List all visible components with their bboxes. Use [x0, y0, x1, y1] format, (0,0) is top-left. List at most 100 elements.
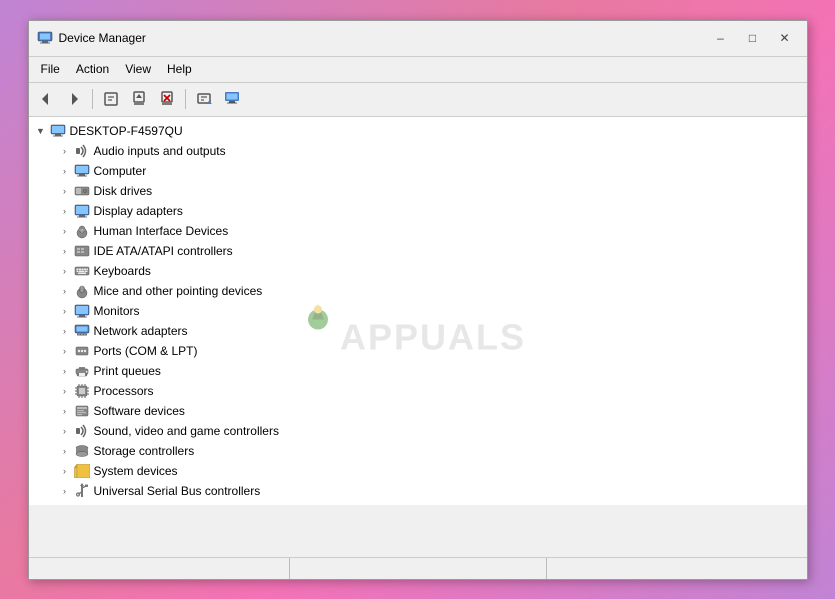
toolbar-separator-1 — [92, 89, 93, 109]
root-label: DESKTOP-F4597QU — [70, 124, 183, 138]
toolbar-separator-2 — [185, 89, 186, 109]
menu-bar: File Action View Help — [29, 57, 807, 83]
root-expand-icon[interactable]: ▼ — [33, 123, 49, 139]
mice-label: Mice and other pointing devices — [94, 284, 263, 298]
tree-item-audio[interactable]: › Audio inputs and outputs — [29, 141, 807, 161]
network-icon — [73, 322, 91, 340]
proc-expand-icon[interactable]: › — [57, 383, 73, 399]
system-icon — [73, 462, 91, 480]
sound-icon — [73, 422, 91, 440]
ports-expand-icon[interactable]: › — [57, 343, 73, 359]
disk-icon — [73, 182, 91, 200]
status-bar — [29, 557, 807, 579]
hid-label: Human Interface Devices — [94, 224, 229, 238]
status-section-3 — [547, 558, 803, 579]
uninstall-button[interactable] — [154, 86, 180, 112]
status-section-2 — [290, 558, 547, 579]
audio-expand-icon[interactable]: › — [57, 143, 73, 159]
close-button[interactable]: ✕ — [771, 27, 799, 49]
maximize-button[interactable]: □ — [739, 27, 767, 49]
sound-label: Sound, video and game controllers — [94, 424, 279, 438]
tree-item-proc[interactable]: › — [29, 381, 807, 401]
software-label: Software devices — [94, 404, 185, 418]
usb-expand-icon[interactable]: › — [57, 483, 73, 499]
ide-icon — [73, 242, 91, 260]
properties-button[interactable] — [98, 86, 124, 112]
display-expand-icon[interactable]: › — [57, 203, 73, 219]
tree-item-system[interactable]: › System devices — [29, 461, 807, 481]
storage-label: Storage controllers — [94, 444, 195, 458]
title-bar-left: Device Manager — [37, 30, 146, 46]
title-bar-controls: – □ ✕ — [707, 27, 799, 49]
content-wrapper: ▼ DESKTOP-F4597QU › — [29, 117, 807, 557]
menu-file[interactable]: File — [33, 60, 68, 78]
network-expand-icon[interactable]: › — [57, 323, 73, 339]
ports-icon — [73, 342, 91, 360]
network-label: Network adapters — [94, 324, 188, 338]
mice-expand-icon[interactable]: › — [57, 283, 73, 299]
device-tree: ▼ DESKTOP-F4597QU › — [29, 117, 807, 505]
back-button[interactable] — [33, 86, 59, 112]
tree-item-print[interactable]: › Print queues — [29, 361, 807, 381]
computer-expand-icon[interactable]: › — [57, 163, 73, 179]
software-icon — [73, 402, 91, 420]
tree-item-software[interactable]: › Software devices — [29, 401, 807, 421]
hid-expand-icon[interactable]: › — [57, 223, 73, 239]
tree-item-disk[interactable]: › Disk drives — [29, 181, 807, 201]
tree-item-network[interactable]: › Network adapters — [29, 321, 807, 341]
update-driver-button[interactable] — [126, 86, 152, 112]
tree-item-storage[interactable]: › Storage controllers — [29, 441, 807, 461]
tree-item-ports[interactable]: › Ports (COM & LPT) — [29, 341, 807, 361]
storage-expand-icon[interactable]: › — [57, 443, 73, 459]
device-manager-window: Device Manager – □ ✕ File Action View He… — [28, 20, 808, 580]
tree-item-computer[interactable]: › Computer — [29, 161, 807, 181]
tree-item-display[interactable]: › Display adapters — [29, 201, 807, 221]
display-label: Display adapters — [94, 204, 183, 218]
root-computer-icon — [49, 122, 67, 140]
disk-label: Disk drives — [94, 184, 153, 198]
toolbar — [29, 83, 807, 117]
status-section-1 — [33, 558, 290, 579]
keyboards-icon — [73, 262, 91, 280]
print-expand-icon[interactable]: › — [57, 363, 73, 379]
tree-item-ide[interactable]: › IDE ATA/ATAPI controllers — [29, 241, 807, 261]
app-icon — [37, 30, 53, 46]
print-label: Print queues — [94, 364, 161, 378]
audio-icon — [73, 142, 91, 160]
storage-icon — [73, 442, 91, 460]
computer-label: Computer — [94, 164, 147, 178]
menu-help[interactable]: Help — [159, 60, 200, 78]
tree-item-sound[interactable]: › Sound, video and game controllers — [29, 421, 807, 441]
minimize-button[interactable]: – — [707, 27, 735, 49]
disk-expand-icon[interactable]: › — [57, 183, 73, 199]
mice-icon — [73, 282, 91, 300]
tree-item-usb[interactable]: › Universal Serial Bus controllers — [29, 481, 807, 501]
ide-expand-icon[interactable]: › — [57, 243, 73, 259]
tree-item-keyboards[interactable]: › Keyboards — [29, 261, 807, 281]
software-expand-icon[interactable]: › — [57, 403, 73, 419]
tree-item-monitors[interactable]: › Monitors — [29, 301, 807, 321]
proc-label: Processors — [94, 384, 154, 398]
usb-icon — [73, 482, 91, 500]
usb-label: Universal Serial Bus controllers — [94, 484, 261, 498]
sound-expand-icon[interactable]: › — [57, 423, 73, 439]
title-bar: Device Manager – □ ✕ — [29, 21, 807, 57]
monitors-icon — [73, 302, 91, 320]
keyboards-expand-icon[interactable]: › — [57, 263, 73, 279]
proc-icon — [73, 382, 91, 400]
menu-action[interactable]: Action — [68, 60, 117, 78]
device-manager-icon-btn[interactable] — [219, 86, 245, 112]
root-node[interactable]: ▼ DESKTOP-F4597QU — [29, 121, 807, 141]
scan-button[interactable] — [191, 86, 217, 112]
audio-label: Audio inputs and outputs — [94, 144, 226, 158]
monitors-expand-icon[interactable]: › — [57, 303, 73, 319]
menu-view[interactable]: View — [117, 60, 159, 78]
ports-label: Ports (COM & LPT) — [94, 344, 198, 358]
tree-item-hid[interactable]: › Human Interface Devices — [29, 221, 807, 241]
keyboards-label: Keyboards — [94, 264, 151, 278]
computer-icon — [73, 162, 91, 180]
forward-button[interactable] — [61, 86, 87, 112]
tree-item-mice[interactable]: › Mice and other pointing devices — [29, 281, 807, 301]
ide-label: IDE ATA/ATAPI controllers — [94, 244, 233, 258]
system-expand-icon[interactable]: › — [57, 463, 73, 479]
